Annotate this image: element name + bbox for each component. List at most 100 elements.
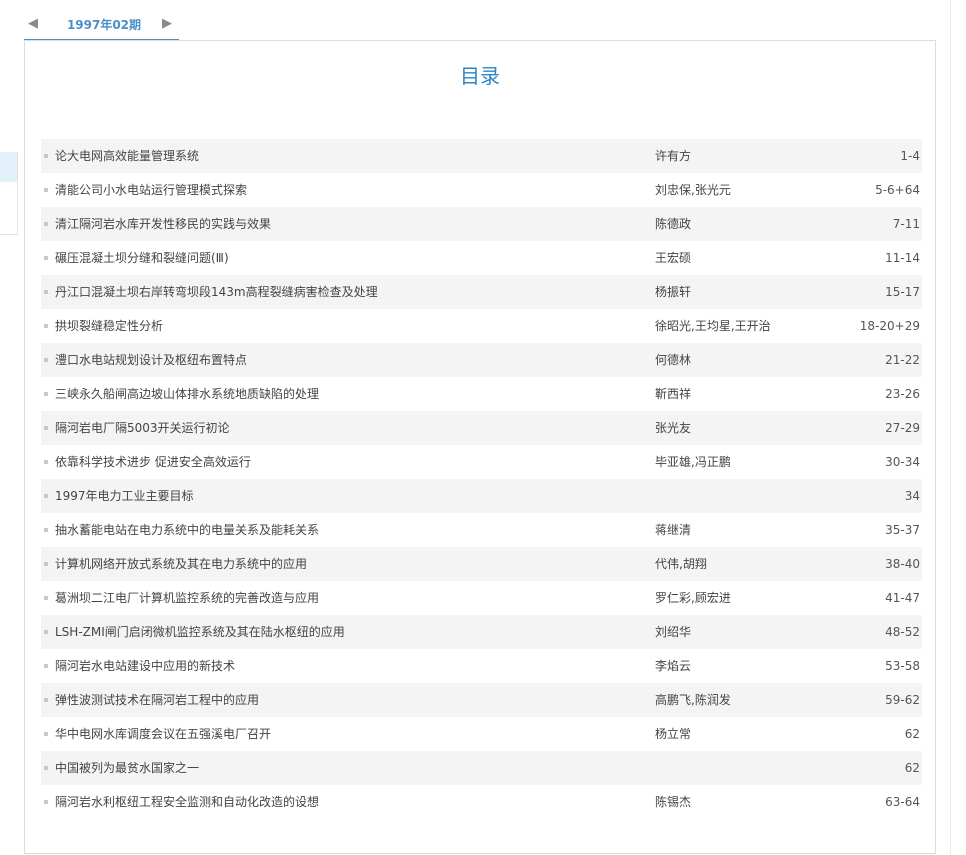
article-title-link[interactable]: 计算机网络开放式系统及其在电力系统中的应用 <box>55 547 635 581</box>
bullet-icon <box>44 222 48 226</box>
toc-row[interactable]: 弹性波测试技术在隔河岩工程中的应用 高鹏飞,陈润发 59-62 <box>41 683 922 717</box>
article-pages: 62 <box>904 761 920 775</box>
article-pages: 35-37 <box>885 523 920 537</box>
article-author: 何德林 <box>655 353 692 367</box>
article-title-link[interactable]: 三峡永久船闸高边坡山体排水系统地质缺陷的处理 <box>55 377 635 411</box>
toc-row[interactable]: 隔河岩电厂隔5003开关运行初论 张光友 27-29 <box>41 411 922 445</box>
article-author: 王宏硕 <box>655 251 692 265</box>
bullet-icon <box>44 290 48 294</box>
article-author: 徐昭光,王均星,王开治 <box>655 319 771 333</box>
article-author: 陈锡杰 <box>655 795 692 809</box>
toc-row[interactable]: 碾压混凝土坝分缝和裂缝问题(Ⅲ) 王宏硕 11-14 <box>41 241 922 275</box>
toc-row[interactable]: 拱坝裂缝稳定性分析 徐昭光,王均星,王开治 18-20+29 <box>41 309 922 343</box>
scrollbar-track[interactable] <box>950 0 951 855</box>
article-author: 许有方 <box>655 149 692 163</box>
article-title-link[interactable]: LSH-ZMI闸门启闭微机监控系统及其在陆水枢纽的应用 <box>55 615 635 649</box>
toc-row[interactable]: 计算机网络开放式系统及其在电力系统中的应用 代伟,胡翔 38-40 <box>41 547 922 581</box>
article-title-link[interactable]: 葛洲坝二江电厂计算机监控系统的完善改造与应用 <box>55 581 635 615</box>
toc-row[interactable]: 隔河岩水电站建设中应用的新技术 李焰云 53-58 <box>41 649 922 683</box>
toc-panel: 目录 论大电网高效能量管理系统 许有方 1-4 清能公司小水电站运行管理模式探索 刘忠保… <box>24 40 936 854</box>
issue-label[interactable]: 1997年02期 <box>54 17 154 33</box>
toc-row[interactable]: 丹江口混凝土坝右岸转弯坝段143m高程裂缝病害检查及处理 杨振轩 15-17 <box>41 275 922 309</box>
article-title-link[interactable]: 拱坝裂缝稳定性分析 <box>55 309 635 343</box>
article-title-link[interactable]: 华中电网水库调度会议在五强溪电厂召开 <box>55 717 635 751</box>
toc-row[interactable]: 1997年电力工业主要目标 34 <box>41 479 922 513</box>
article-pages: 41-47 <box>885 591 920 605</box>
bullet-icon <box>44 358 48 362</box>
article-title-link[interactable]: 丹江口混凝土坝右岸转弯坝段143m高程裂缝病害检查及处理 <box>55 275 635 309</box>
article-title-link[interactable]: 1997年电力工业主要目标 <box>55 479 635 513</box>
triangle-left-icon[interactable]: ◀ <box>25 16 41 32</box>
bullet-icon <box>44 324 48 328</box>
page-title: 目录 <box>460 64 500 88</box>
article-author: 李焰云 <box>655 659 692 673</box>
article-title-link[interactable]: 澧口水电站规划设计及枢纽布置特点 <box>55 343 635 377</box>
article-author: 代伟,胡翔 <box>655 557 707 571</box>
article-title-link[interactable]: 抽水蓄能电站在电力系统中的电量关系及能耗关系 <box>55 513 635 547</box>
article-title-link[interactable]: 论大电网高效能量管理系统 <box>55 139 635 173</box>
toc-row[interactable]: 葛洲坝二江电厂计算机监控系统的完善改造与应用 罗仁彩,顾宏进 41-47 <box>41 581 922 615</box>
bullet-icon <box>44 596 48 600</box>
toc-row[interactable]: 清能公司小水电站运行管理模式探索 刘忠保,张光元 5-6+64 <box>41 173 922 207</box>
issue-navigator: ◀ 1997年02期 ▶ <box>24 10 179 41</box>
article-title-link[interactable]: 碾压混凝土坝分缝和裂缝问题(Ⅲ) <box>55 241 635 275</box>
article-pages: 30-34 <box>885 455 920 469</box>
toc-row[interactable]: 澧口水电站规划设计及枢纽布置特点 何德林 21-22 <box>41 343 922 377</box>
article-title-link[interactable]: 清江隔河岩水库开发性移民的实践与效果 <box>55 207 635 241</box>
article-pages: 5-6+64 <box>875 183 920 197</box>
bullet-icon <box>44 698 48 702</box>
bullet-icon <box>44 800 48 804</box>
bullet-icon <box>44 460 48 464</box>
article-pages: 62 <box>904 727 920 741</box>
article-pages: 7-11 <box>892 217 920 231</box>
side-panel-highlight[interactable] <box>0 152 17 182</box>
article-pages: 23-26 <box>885 387 920 401</box>
bullet-icon <box>44 188 48 192</box>
article-pages: 15-17 <box>885 285 920 299</box>
article-pages: 27-29 <box>885 421 920 435</box>
article-author: 靳西祥 <box>655 387 692 401</box>
toc-row[interactable]: 抽水蓄能电站在电力系统中的电量关系及能耗关系 蒋继清 35-37 <box>41 513 922 547</box>
bullet-icon <box>44 494 48 498</box>
article-pages: 38-40 <box>885 557 920 571</box>
toc-row[interactable]: LSH-ZMI闸门启闭微机监控系统及其在陆水枢纽的应用 刘绍华 48-52 <box>41 615 922 649</box>
toc-list: 论大电网高效能量管理系统 许有方 1-4 清能公司小水电站运行管理模式探索 刘忠保,张光… <box>41 139 922 819</box>
article-title-link[interactable]: 依靠科学技术进步 促进安全高效运行 <box>55 445 635 479</box>
article-pages: 21-22 <box>885 353 920 367</box>
toc-row[interactable]: 依靠科学技术进步 促进安全高效运行 毕亚雄,冯正鹏 30-34 <box>41 445 922 479</box>
article-author: 张光友 <box>655 421 692 435</box>
triangle-right-icon[interactable]: ▶ <box>159 16 175 32</box>
article-author: 杨立常 <box>655 727 692 741</box>
article-author: 刘绍华 <box>655 625 692 639</box>
bullet-icon <box>44 766 48 770</box>
article-pages: 18-20+29 <box>859 319 920 333</box>
toc-row[interactable]: 论大电网高效能量管理系统 许有方 1-4 <box>41 139 922 173</box>
toc-row[interactable]: 中国被列为最贫水国家之一 62 <box>41 751 922 785</box>
article-title-link[interactable]: 弹性波测试技术在隔河岩工程中的应用 <box>55 683 635 717</box>
bullet-icon <box>44 562 48 566</box>
article-title-link[interactable]: 隔河岩水电站建设中应用的新技术 <box>55 649 635 683</box>
article-title-link[interactable]: 清能公司小水电站运行管理模式探索 <box>55 173 635 207</box>
article-title-link[interactable]: 隔河岩水利枢纽工程安全监测和自动化改造的设想 <box>55 785 635 819</box>
article-title-link[interactable]: 中国被列为最贫水国家之一 <box>55 751 635 785</box>
bullet-icon <box>44 426 48 430</box>
article-pages: 34 <box>904 489 920 503</box>
article-pages: 63-64 <box>885 795 920 809</box>
article-title-link[interactable]: 隔河岩电厂隔5003开关运行初论 <box>55 411 635 445</box>
article-pages: 48-52 <box>885 625 920 639</box>
toc-row[interactable]: 华中电网水库调度会议在五强溪电厂召开 杨立常 62 <box>41 717 922 751</box>
toc-row[interactable]: 三峡永久船闸高边坡山体排水系统地质缺陷的处理 靳西祥 23-26 <box>41 377 922 411</box>
article-author: 陈德政 <box>655 217 692 231</box>
bullet-icon <box>44 732 48 736</box>
article-author: 杨振轩 <box>655 285 692 299</box>
toc-row[interactable]: 隔河岩水利枢纽工程安全监测和自动化改造的设想 陈锡杰 63-64 <box>41 785 922 819</box>
article-author: 刘忠保,张光元 <box>655 183 731 197</box>
bullet-icon <box>44 664 48 668</box>
bullet-icon <box>44 630 48 634</box>
toc-row[interactable]: 清江隔河岩水库开发性移民的实践与效果 陈德政 7-11 <box>41 207 922 241</box>
article-author: 罗仁彩,顾宏进 <box>655 591 731 605</box>
article-pages: 1-4 <box>900 149 920 163</box>
article-pages: 11-14 <box>885 251 920 265</box>
article-author: 毕亚雄,冯正鹏 <box>655 455 731 469</box>
bullet-icon <box>44 528 48 532</box>
